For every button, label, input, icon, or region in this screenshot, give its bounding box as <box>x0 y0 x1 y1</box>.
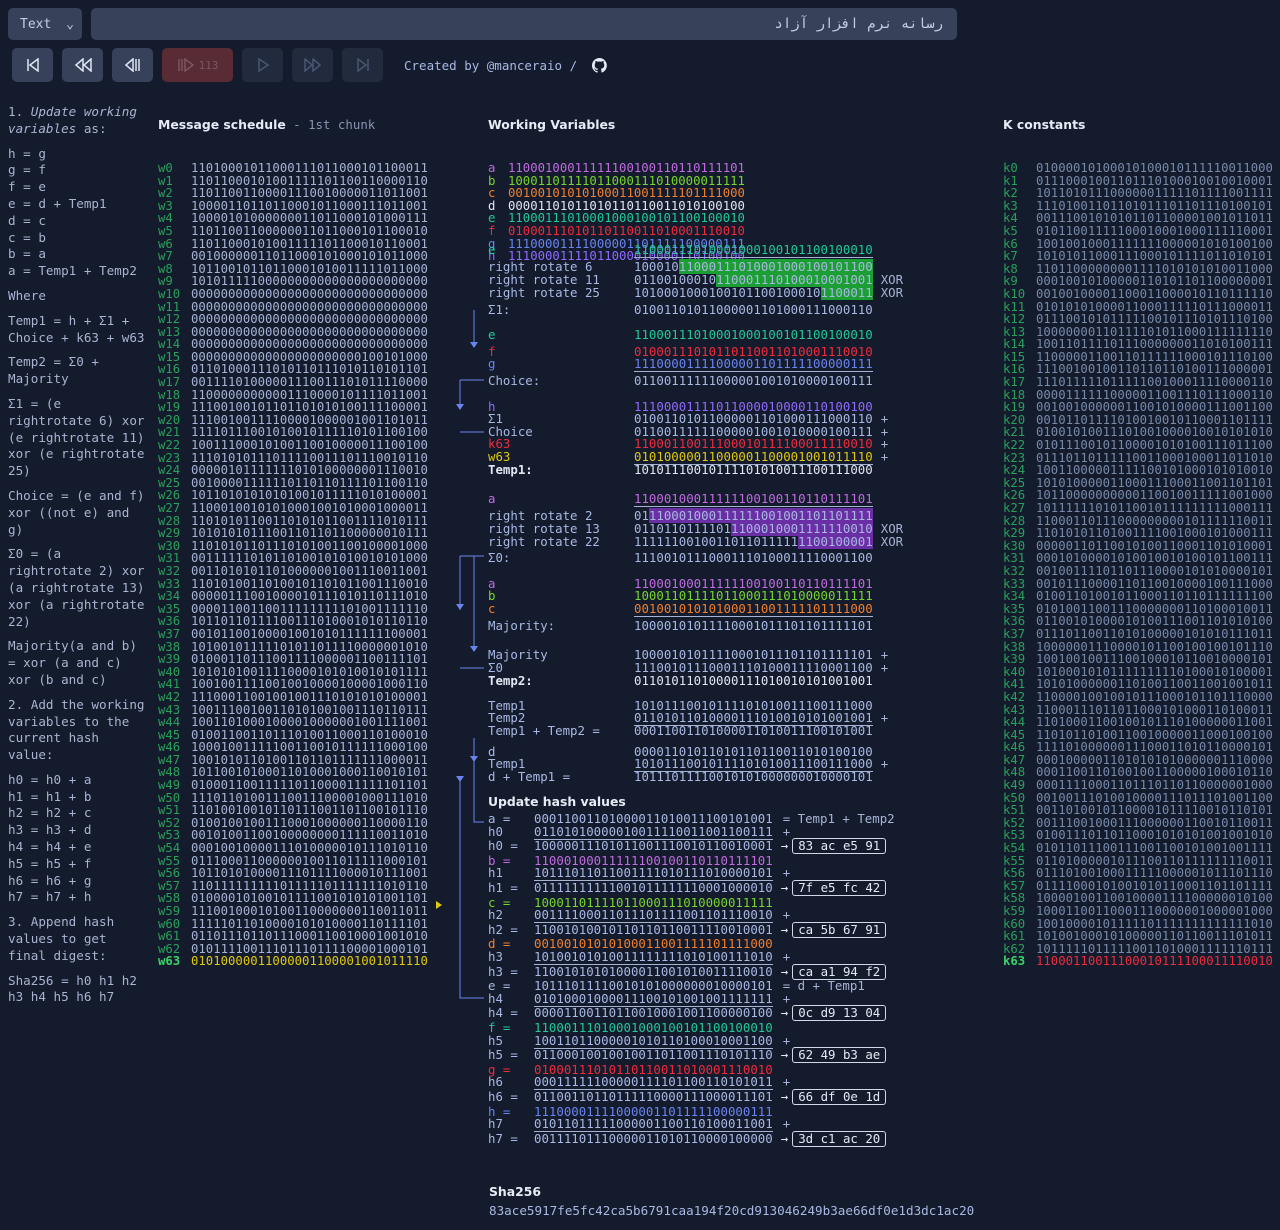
arrow-line <box>459 780 484 999</box>
current-word-pointer <box>436 901 442 909</box>
flow-arrows <box>436 310 484 999</box>
arrow-line <box>473 738 484 823</box>
